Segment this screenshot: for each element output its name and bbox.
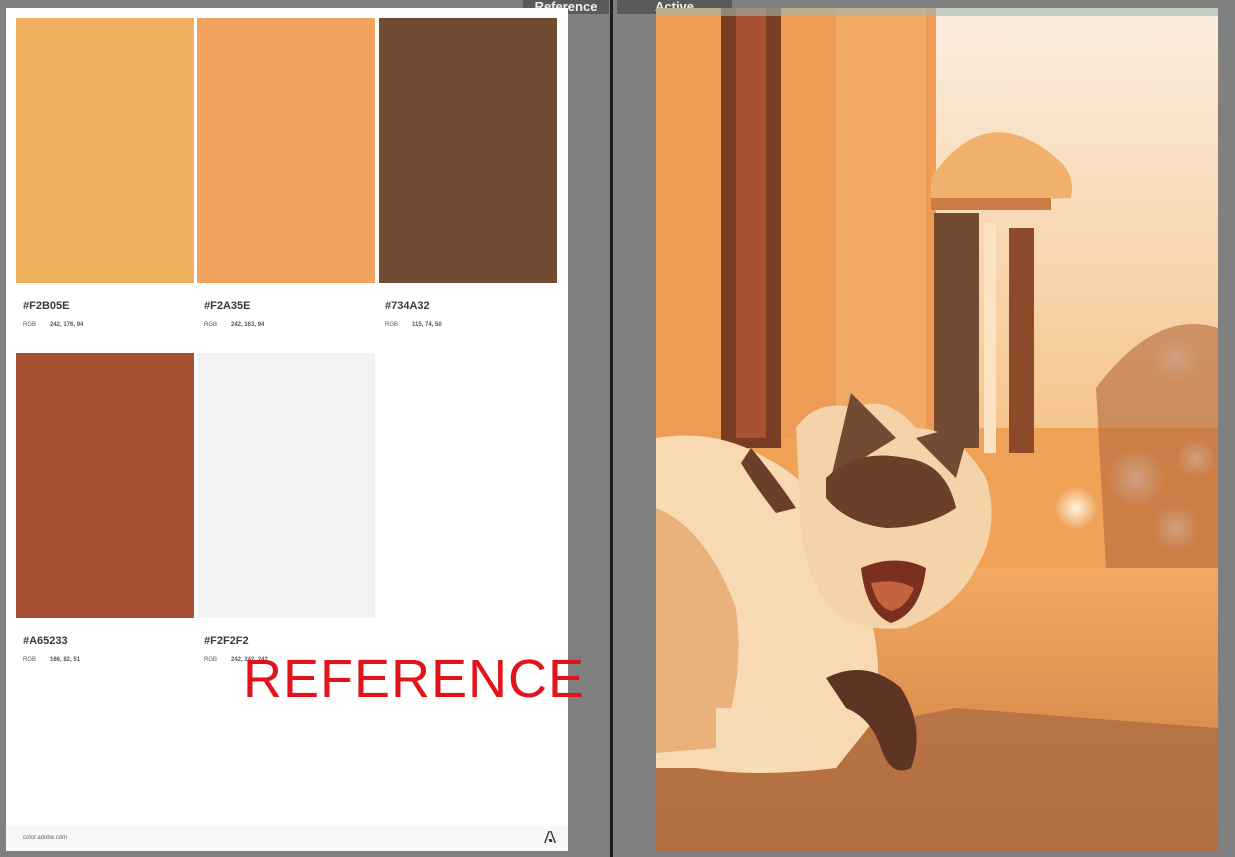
color-swatch-4: [16, 353, 194, 618]
swatch-hex-5: #F2F2F2: [204, 635, 249, 647]
swatch-rgb-label-3: RGB: [385, 322, 399, 328]
swatch-hex-4: #A65233: [23, 635, 68, 647]
swatch-rgb-value-1: 242, 176, 94: [50, 322, 84, 328]
reference-panel: #F2B05E RGB 242, 176, 94 #F2A35E RGB 242…: [6, 8, 584, 851]
swatch-rgb-value-4: 166, 82, 51: [50, 657, 81, 663]
active-photo[interactable]: [656, 8, 1218, 851]
yawning-cat-photo: [656, 8, 1218, 851]
color-swatch-1: [16, 18, 194, 283]
swatch-hex-1: #F2B05E: [23, 300, 70, 312]
page-footer: color.adobe.com: [6, 826, 568, 851]
swatch-rgb-value-3: 115, 74, 50: [412, 322, 442, 328]
color-swatch-3: [379, 18, 557, 283]
swatch-hex-3: #734A32: [385, 300, 430, 312]
color-swatch-2: [197, 18, 375, 283]
color-swatch-5: [197, 353, 375, 618]
swatch-rgb-label-4: RGB: [23, 657, 37, 663]
footer-url: color.adobe.com: [23, 835, 68, 841]
swatch-rgb-label-5: RGB: [204, 657, 218, 663]
swatch-rgb-label-2: RGB: [204, 322, 218, 328]
panel-divider[interactable]: [610, 0, 613, 857]
adobe-logo-icon: [544, 831, 556, 843]
reference-watermark: REFERENCE: [243, 649, 586, 709]
swatch-rgb-value-2: 242, 163, 94: [231, 322, 265, 328]
swatch-hex-2: #F2A35E: [204, 300, 251, 312]
swatch-rgb-label-1: RGB: [23, 322, 37, 328]
